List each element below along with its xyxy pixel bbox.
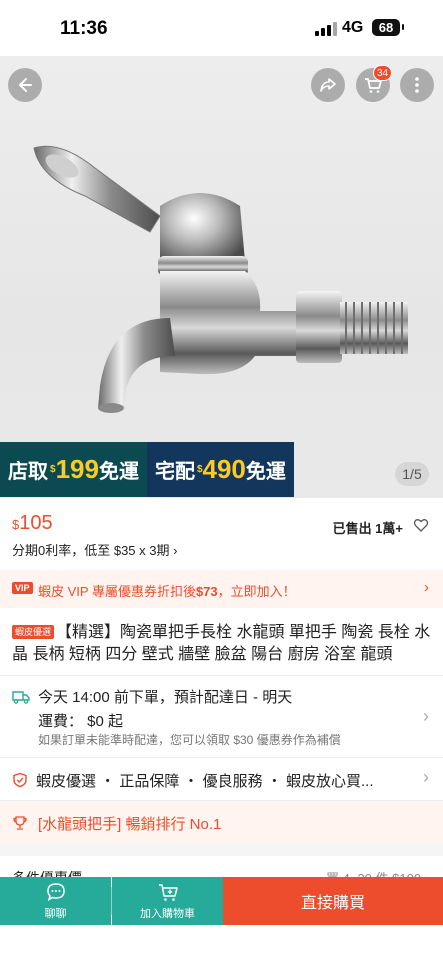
battery-icon: 68 <box>372 19 404 36</box>
late-delivery-guarantee: 如果訂單未能準時配達，您可以領取 $30 優惠券作為補償 <box>38 733 341 747</box>
chat-label: 聊聊 <box>44 908 67 920</box>
price-section: $105 分期0利率，低至 $35 x 3期 › 已售出 1萬+ <box>0 498 443 570</box>
add-cart-icon <box>158 884 178 901</box>
share-button[interactable] <box>311 68 345 102</box>
faucet-illustration <box>33 145 408 413</box>
product-title: 蝦皮優選 【精選】陶瓷單把手長栓 水龍頭 單把手 陶瓷 長栓 水晶 長柄 短柄 四… <box>12 624 431 663</box>
chat-button[interactable]: 聊聊 <box>0 877 111 925</box>
ranking-row[interactable]: [水龍頭把手] 暢銷排行 No.1 <box>0 801 443 844</box>
chevron-right-icon: › <box>424 579 429 596</box>
network-type: 4G <box>342 19 364 36</box>
arrow-left-icon <box>19 78 32 92</box>
assurance-text: 蝦皮優選 ・ 正品保障 ・ 優良服務 ・ 蝦皮放心買... <box>36 773 374 790</box>
buy-now-button[interactable]: 直接購買 <box>223 877 443 925</box>
shipping-fee: 運費： $0 起 <box>38 713 124 730</box>
share-icon <box>320 78 336 92</box>
pickup-free-shipping: 店取 $ 199 免運 <box>0 442 147 497</box>
shopee-choice-tag: 蝦皮優選 <box>12 625 55 639</box>
ranking-text: [水龍頭把手] 暢銷排行 No.1 <box>38 816 222 833</box>
chevron-right-icon: › <box>423 706 429 726</box>
home-delivery-free-shipping: 宅配 $ 490 免運 <box>146 442 294 497</box>
vip-promo-text: 蝦皮 VIP 專屬優惠券折扣後$73，立即加入！ <box>38 584 296 599</box>
status-bar: 11:36 4G 68 <box>0 0 443 56</box>
sold-count: 已售出 1萬+ <box>332 521 403 536</box>
chat-icon <box>46 883 65 902</box>
status-time: 11:36 <box>60 18 108 39</box>
shipping-row[interactable]: 今天 14:00 前下單，預計配達日 - 明天 運費： $0 起 如果訂單未能準… <box>0 676 443 756</box>
product-image[interactable]: 34 店取 $ 199 免運 宅配 $ 490 免運 1/5 <box>0 56 443 498</box>
product-price: $105 <box>12 512 53 534</box>
add-to-cart-button[interactable]: 加入購物車 <box>112 877 223 925</box>
trophy-icon <box>13 816 27 830</box>
cart-count-badge: 34 <box>373 65 393 81</box>
heart-icon[interactable] <box>413 517 429 533</box>
vip-promo-row[interactable]: VIP 蝦皮 VIP 專屬優惠券折扣後$73，立即加入！ › <box>0 570 443 608</box>
truck-icon <box>12 691 30 704</box>
add-cart-label: 加入購物車 <box>140 908 195 920</box>
bulk-discount-row[interactable]: 多件優惠價 買 4~30 件 $100 › <box>0 856 443 878</box>
shield-icon <box>13 772 27 788</box>
chevron-right-icon: › <box>423 767 429 787</box>
more-button[interactable] <box>400 68 434 102</box>
delivery-estimate: 今天 14:00 前下單，預計配達日 - 明天 <box>38 689 293 706</box>
vip-badge: VIP <box>12 582 33 594</box>
more-vertical-icon <box>415 77 419 93</box>
image-counter: 1/5 <box>395 462 429 486</box>
signal-icon <box>315 22 337 36</box>
installment-info[interactable]: 分期0利率，低至 $35 x 3期 › <box>12 540 177 559</box>
free-shipping-banner: 店取 $ 199 免運 宅配 $ 490 免運 <box>0 442 294 497</box>
section-gap <box>0 844 443 856</box>
assurance-row[interactable]: 蝦皮優選 ・ 正品保障 ・ 優良服務 ・ 蝦皮放心買... › <box>0 757 443 801</box>
back-button[interactable] <box>8 68 42 102</box>
bottom-safe-area <box>0 925 443 960</box>
bottom-action-bar: 聊聊 加入購物車 直接購買 <box>0 877 443 925</box>
